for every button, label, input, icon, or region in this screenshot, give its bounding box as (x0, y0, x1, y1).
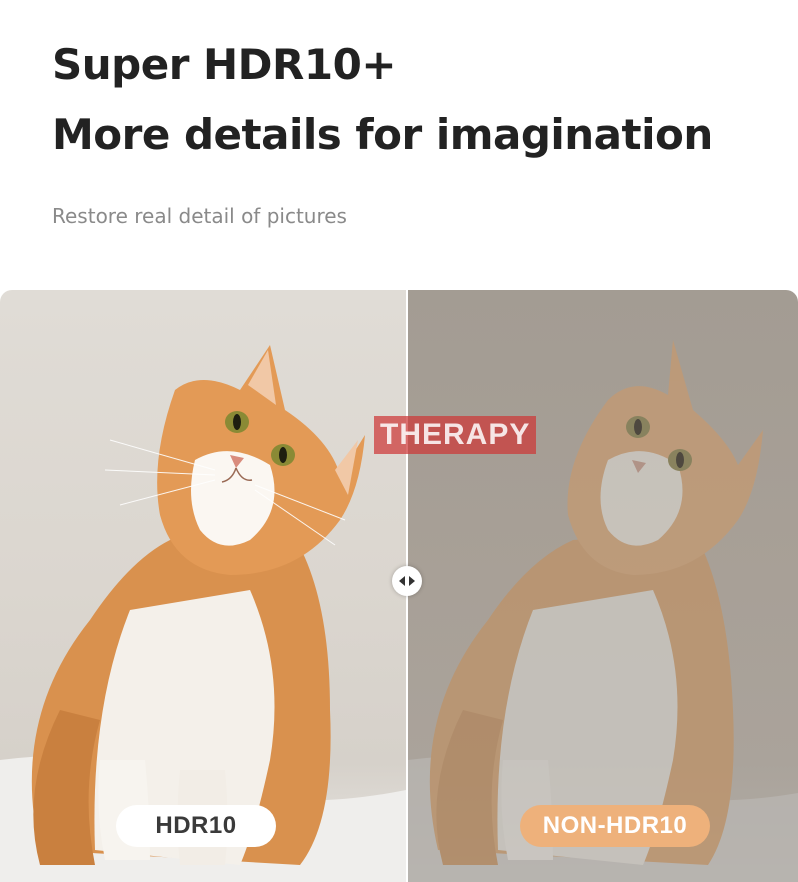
comparison-slider[interactable]: HDR10 NON-HDR10 (0, 290, 798, 882)
subtitle: Restore real detail of pictures (52, 204, 347, 228)
headline: Super HDR10+ More details for imaginatio… (52, 30, 713, 170)
hdr10-label: HDR10 (116, 805, 276, 847)
headline-line-2: More details for imagination (52, 110, 713, 159)
cat-photo-washed (408, 340, 798, 882)
headline-line-1: Super HDR10+ (52, 40, 397, 89)
non-hdr10-image-panel (408, 290, 798, 882)
non-hdr10-label: NON-HDR10 (520, 805, 710, 847)
watermark: THERAPY (374, 416, 537, 454)
hdr10-image-panel (0, 290, 406, 882)
cat-photo (0, 345, 406, 882)
compare-drag-handle[interactable] (392, 566, 422, 596)
left-right-arrows-icon (399, 576, 415, 586)
